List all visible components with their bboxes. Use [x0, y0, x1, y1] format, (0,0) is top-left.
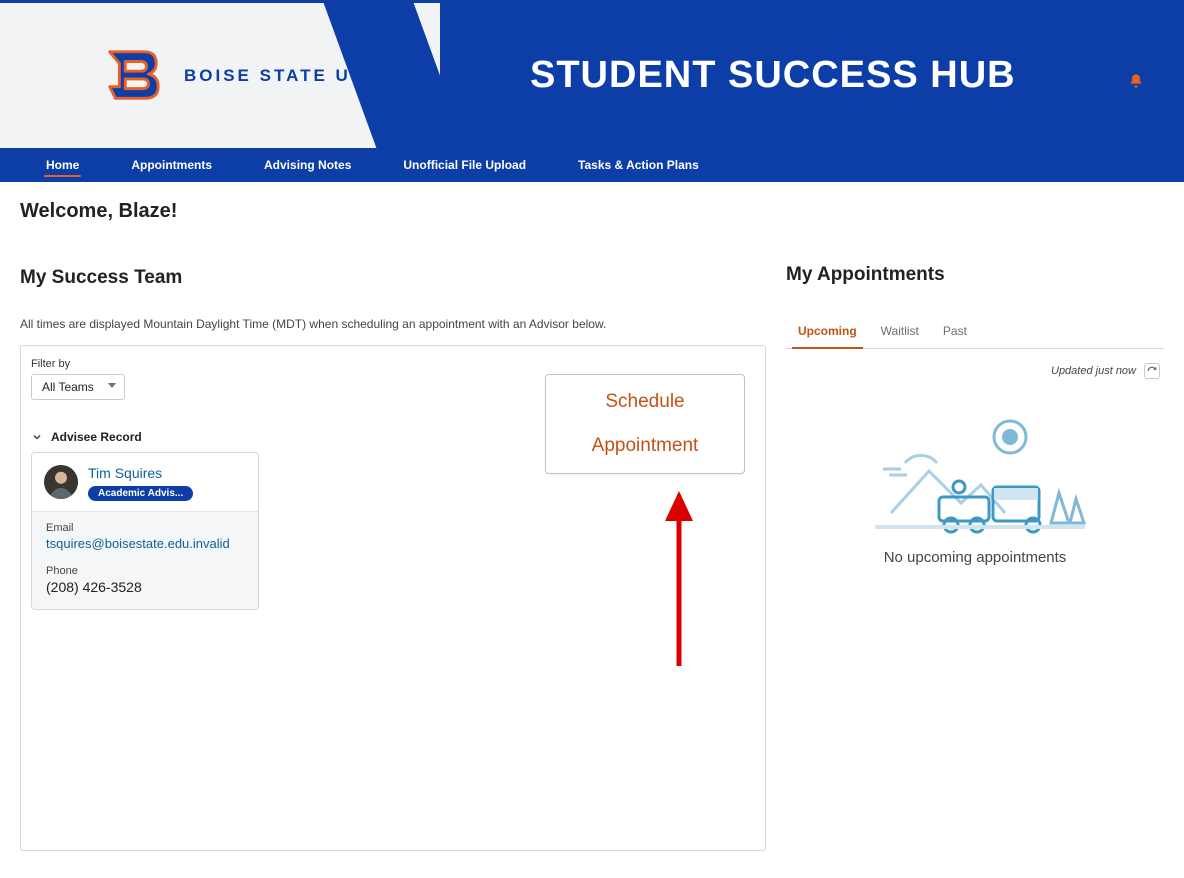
tab-waitlist[interactable]: Waitlist [869, 314, 931, 348]
chevron-down-icon [31, 431, 43, 443]
filter-by-label: Filter by [31, 358, 755, 370]
chevron-down-icon [108, 383, 116, 388]
my-appointments-heading: My Appointments [786, 264, 1164, 286]
advisor-phone-label: Phone [46, 565, 244, 577]
university-name: BOISE STATE UNIVERSITY [184, 66, 468, 86]
advisor-name-link[interactable]: Tim Squires [88, 465, 193, 482]
teams-filter-select[interactable]: All Teams [31, 374, 125, 400]
brand-block: BOISE STATE UNIVERSITY [0, 3, 480, 148]
university-logo-icon [100, 47, 162, 105]
notifications-icon[interactable] [1128, 73, 1144, 94]
timezone-note: All times are displayed Mountain Dayligh… [20, 317, 766, 331]
tab-past[interactable]: Past [931, 314, 979, 348]
advisor-avatar [44, 465, 78, 499]
nav-unofficial-file-upload[interactable]: Unofficial File Upload [377, 148, 552, 182]
updated-status: Updated just now [1051, 365, 1136, 377]
app-banner: BOISE STATE UNIVERSITY STUDENT SUCCESS H… [0, 0, 1184, 148]
my-success-team-heading: My Success Team [20, 267, 766, 289]
advisor-card: Tim Squires Academic Advis... Email tsqu… [31, 452, 259, 610]
empty-state-text: No upcoming appointments [786, 549, 1164, 566]
annotation-arrow-icon [659, 491, 699, 671]
schedule-word1: Schedule [605, 391, 684, 413]
schedule-appointment-button[interactable]: Schedule Appointment [545, 374, 745, 474]
advisor-phone: (208) 426-3528 [46, 579, 244, 595]
tab-upcoming[interactable]: Upcoming [786, 314, 869, 348]
nav-advising-notes[interactable]: Advising Notes [238, 148, 377, 182]
advisor-role-badge: Academic Advis... [88, 486, 193, 501]
empty-state-illustration [855, 405, 1095, 535]
refresh-button[interactable] [1144, 363, 1160, 379]
advisee-record-label: Advisee Record [51, 430, 142, 444]
appointments-tabs: Upcoming Waitlist Past [786, 314, 1164, 349]
app-title: STUDENT SUCCESS HUB [530, 3, 1124, 148]
advisor-email-label: Email [46, 522, 244, 534]
refresh-icon [1147, 366, 1157, 376]
success-team-panel: Filter by All Teams Advisee Record Tim S… [20, 345, 766, 851]
nav-appointments[interactable]: Appointments [105, 148, 238, 182]
nav-tasks-action-plans[interactable]: Tasks & Action Plans [552, 148, 725, 182]
primary-nav: Home Appointments Advising Notes Unoffic… [0, 148, 1184, 182]
advisor-email-link[interactable]: tsquires@boisestate.edu.invalid [46, 536, 244, 551]
welcome-heading: Welcome, Blaze! [20, 200, 766, 223]
schedule-word2: Appointment [592, 435, 699, 457]
teams-filter-value: All Teams [42, 380, 94, 394]
nav-home[interactable]: Home [20, 148, 105, 182]
